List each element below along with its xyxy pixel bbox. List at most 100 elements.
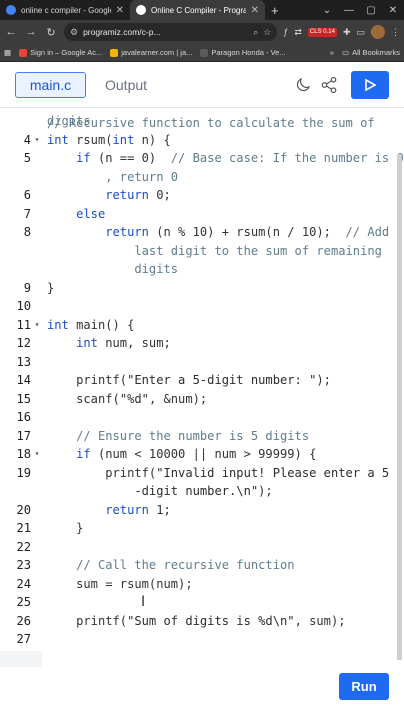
code-token: last digit to the sum of remaining: [47, 243, 382, 258]
google-favicon-icon: [6, 5, 16, 15]
code-line-9: 9}: [0, 279, 396, 297]
tab-title: online c compiler - Google Se: [21, 5, 111, 15]
puzzle-icon[interactable]: ✚: [343, 27, 351, 38]
bookmark-paragon[interactable]: Paragon Honda - Ve...: [200, 48, 286, 57]
fold-chevron-icon[interactable]: ▾: [33, 316, 41, 334]
code-token: -digit number.\n": [47, 484, 259, 498]
code-line-27: 27: [0, 630, 396, 648]
maximize-icon[interactable]: ▢: [360, 5, 382, 16]
line-number: 16: [16, 410, 31, 424]
close-icon[interactable]: ✕: [116, 5, 124, 16]
extension-arrow-icon[interactable]: ⇄: [294, 27, 302, 38]
code-line-14: 14 printf("Enter a 5-digit number: ");: [0, 371, 396, 389]
browser-tab-strip: online c compiler - Google Se ✕ Online C…: [0, 0, 404, 20]
code-text: }: [47, 519, 83, 537]
code-token: (num < 10000 || num > 99999) {: [90, 447, 317, 461]
code-token: if: [76, 151, 91, 165]
code-token: rsum(: [68, 132, 113, 147]
code-token: return: [105, 188, 149, 202]
code-text: int main() {: [47, 316, 134, 334]
code-line-wrap: digits: [0, 260, 396, 278]
tab-output[interactable]: Output: [105, 72, 147, 98]
code-line-21: 21 }: [0, 519, 396, 537]
code-token: , &num);: [148, 391, 208, 406]
code-line-wrap: digits: [0, 112, 396, 130]
code-token: "Invalid input! Please enter a 5: [156, 465, 390, 480]
back-icon[interactable]: ←: [4, 26, 18, 38]
site-info-icon[interactable]: ⚙: [70, 27, 78, 38]
code-token: else: [76, 206, 106, 221]
code-line-4: 4 ▾ int rsum(int n) {: [0, 131, 396, 149]
code-token: if: [76, 447, 91, 461]
code-token: "Enter a 5-digit number: ": [127, 373, 317, 387]
code-line-wrap: -digit number.\n");: [0, 482, 396, 500]
play-icon: [365, 79, 376, 91]
extension-icon[interactable]: ƒ: [283, 27, 288, 37]
menu-icon[interactable]: ⋮: [391, 27, 400, 38]
browser-toolbar: ← → ↻ ⚙ programiz.com/c-p... ⌕ ☆ ƒ ⇄ CLS…: [0, 20, 404, 44]
code-line-15: 15 scanf("%d", &num);: [0, 390, 396, 408]
new-tab-button[interactable]: +: [271, 3, 279, 18]
code-token: main() {: [68, 317, 135, 332]
folder-icon: ▭: [341, 48, 350, 57]
line-number: 26: [16, 613, 31, 628]
run-play-button[interactable]: [351, 71, 389, 99]
profile-avatar[interactable]: [371, 25, 385, 39]
editor-scrollbar[interactable]: [397, 154, 402, 660]
code-token: }: [47, 521, 84, 535]
apps-icon[interactable]: ▦: [4, 48, 11, 57]
bookmarks-overflow-icon[interactable]: »: [330, 48, 334, 57]
tab-search-icon[interactable]: ⌄: [316, 5, 338, 16]
url-text: programiz.com/c-p...: [83, 27, 161, 37]
code-text: digits: [47, 260, 178, 278]
minimize-icon[interactable]: —: [338, 5, 360, 16]
line-number: 5: [23, 151, 31, 165]
code-line-16: 16: [0, 408, 396, 426]
fold-chevron-icon[interactable]: ▾: [33, 131, 41, 149]
reload-icon[interactable]: ↻: [44, 26, 58, 39]
bookmark-javalearner[interactable]: javalearner.com | ja...: [110, 48, 192, 57]
browser-tab-google[interactable]: online c compiler - Google Se ✕: [0, 0, 130, 20]
code-token: , sum);: [294, 613, 346, 628]
code-text: int num, sum;: [47, 334, 171, 352]
bookmark-label: Sign in – Google Ac...: [30, 48, 103, 57]
code-text: , return 0: [47, 168, 178, 186]
code-token: scanf(: [47, 391, 120, 406]
zoom-icon[interactable]: ⌕: [253, 27, 258, 38]
javalearner-icon: [110, 48, 119, 57]
browser-tab-programiz[interactable]: Online C Compiler - Programi ✕: [130, 0, 265, 20]
code-editor[interactable]: // Recursive function to calculate the s…: [0, 108, 404, 660]
tab-title: Online C Compiler - Programi: [151, 5, 246, 15]
bookmark-google[interactable]: Sign in – Google Ac...: [19, 48, 102, 57]
bookmark-star-icon[interactable]: ☆: [263, 27, 271, 38]
fold-chevron-icon[interactable]: ▾: [33, 445, 41, 463]
code-text: return 0;: [47, 186, 171, 204]
address-bar[interactable]: ⚙ programiz.com/c-p... ⌕ ☆: [64, 23, 278, 41]
forward-icon[interactable]: →: [24, 26, 38, 38]
code-token: );: [316, 373, 331, 387]
line-number: 25: [16, 595, 31, 609]
share-icon[interactable]: [320, 76, 338, 94]
code-token: "%d": [119, 391, 149, 406]
run-button[interactable]: Run: [339, 673, 389, 700]
all-bookmarks[interactable]: ▭ All Bookmarks: [342, 48, 400, 57]
code-text: printf("Enter a 5-digit number: ");: [47, 371, 331, 389]
code-token: int: [47, 132, 69, 147]
code-text: else: [47, 205, 105, 223]
side-panel-icon[interactable]: ▭: [356, 27, 365, 38]
code-line-11: 11 ▾ int main() {: [0, 316, 396, 334]
bookmark-label: javalearner.com | ja...: [121, 48, 193, 57]
close-icon[interactable]: ✕: [251, 5, 259, 16]
tab-main-c[interactable]: main.c: [15, 72, 86, 98]
code-token: (n == 0): [90, 151, 171, 165]
code-token: int: [112, 132, 135, 147]
code-line-6: 6 return 0;: [0, 186, 396, 204]
cls-extension-badge[interactable]: CLS 0.14: [307, 27, 337, 37]
moon-icon[interactable]: [294, 76, 312, 94]
code-token: );: [258, 484, 273, 498]
window-close-icon[interactable]: ✕: [382, 5, 404, 16]
code-line-25: 25: [0, 593, 396, 611]
